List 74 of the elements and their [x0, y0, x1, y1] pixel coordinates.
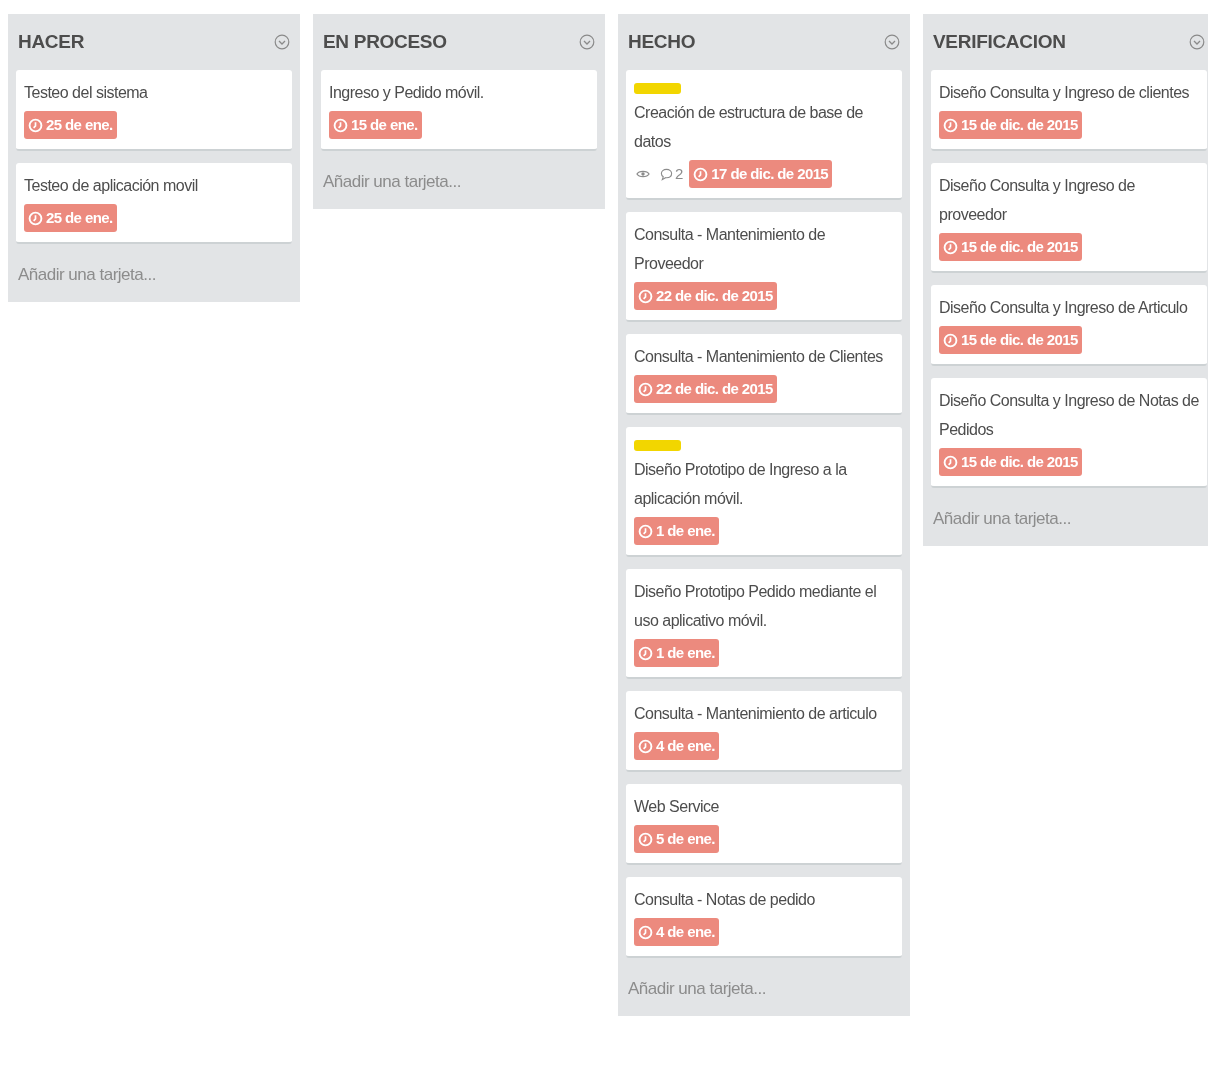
due-date-badge: 15 de dic. de 2015 — [939, 326, 1082, 354]
due-date-badge: 1 de ene. — [634, 639, 719, 667]
clock-icon — [943, 117, 958, 133]
clock-icon — [943, 239, 958, 255]
card-title: Creación de estructura de base de datos — [634, 103, 864, 152]
task-card[interactable]: Web Service 5 de ene. — [626, 784, 902, 865]
list-title: HECHO — [628, 29, 696, 54]
task-card[interactable]: Diseño Consulta y Ingreso de Notas de Pedidos 15 de dic. de 2015 — [931, 378, 1207, 488]
card-title: Consulta - Mantenimiento de Proveedor — [634, 225, 827, 274]
chevron-down-icon — [274, 34, 290, 50]
due-date-badge: 4 de ene. — [634, 918, 719, 946]
task-card[interactable]: Consulta - Mantenimiento de articulo 4 de ene. — [626, 691, 902, 772]
clock-icon — [638, 738, 653, 754]
due-date-badge: 22 de dic. de 2015 — [634, 282, 777, 310]
due-date-badge: 1 de ene. — [634, 517, 719, 545]
clock-icon — [638, 645, 653, 661]
clock-icon — [333, 117, 348, 133]
list-menu-button[interactable] — [579, 34, 595, 50]
due-date-badge: 25 de ene. — [24, 204, 117, 232]
task-card[interactable]: Diseño Prototipo de Ingreso a la aplicación móvil. 1 de ene. — [626, 427, 902, 557]
comment-count: 2 — [675, 163, 684, 184]
task-card[interactable]: Creación de estructura de base de datos 2 17 de dic. de 2015 — [626, 70, 902, 200]
chevron-down-icon — [579, 34, 595, 50]
task-card[interactable]: Consulta - Mantenimiento de Clientes 22 de dic. de 2015 — [626, 334, 902, 415]
card-title: Testeo de aplicación movil — [24, 176, 199, 196]
card-title: Diseño Consulta y Ingreso de Articulo — [939, 298, 1189, 318]
clock-icon — [28, 117, 43, 133]
list-title: HACER — [18, 29, 85, 54]
task-card[interactable]: Consulta - Notas de pedido 4 de ene. — [626, 877, 902, 958]
due-date-badge: 17 de dic. de 2015 — [689, 160, 833, 188]
list-menu-button[interactable] — [1189, 34, 1205, 50]
comment-icon — [660, 167, 673, 181]
clock-icon — [638, 924, 653, 940]
task-card[interactable]: Diseño Prototipo Pedido mediante el uso aplicativo móvil. 1 de ene. — [626, 569, 902, 679]
task-card[interactable]: Consulta - Mantenimiento de Proveedor 22 de dic. de 2015 — [626, 212, 902, 322]
due-date-badge: 25 de ene. — [24, 111, 117, 139]
task-card[interactable]: Testeo del sistema 25 de ene. — [16, 70, 292, 151]
clock-icon — [693, 166, 709, 182]
list-title: EN PROCESO — [323, 29, 447, 54]
card-title: Diseño Consulta y Ingreso de clientes — [939, 83, 1191, 103]
card-title: Web Service — [634, 797, 720, 817]
task-card[interactable]: Diseño Consulta y Ingreso de proveedor 15 de dic. de 2015 — [931, 163, 1207, 273]
due-date-badge: 22 de dic. de 2015 — [634, 375, 777, 403]
clock-icon — [638, 288, 653, 304]
list-menu-button[interactable] — [274, 34, 290, 50]
card-title: Diseño Consulta y Ingreso de proveedor — [939, 176, 1136, 225]
clock-icon — [28, 210, 43, 226]
clock-icon — [638, 381, 653, 397]
card-title: Consulta - Mantenimiento de Clientes — [634, 347, 884, 367]
task-card[interactable]: Ingreso y Pedido móvil. 15 de ene. — [321, 70, 597, 151]
clock-icon — [638, 831, 653, 847]
due-date-badge: 4 de ene. — [634, 732, 719, 760]
due-date-badge: 15 de dic. de 2015 — [939, 111, 1082, 139]
card-title: Testeo del sistema — [24, 83, 149, 103]
list-title: VERIFICACION — [933, 29, 1066, 54]
card-title: Consulta - Mantenimiento de articulo — [634, 704, 878, 724]
task-card[interactable]: Testeo de aplicación movil 25 de ene. — [16, 163, 292, 244]
task-card[interactable]: Diseño Consulta y Ingreso de clientes 15 de dic. de 2015 — [931, 70, 1207, 151]
chevron-down-icon — [1189, 34, 1205, 50]
due-date-badge: 15 de ene. — [329, 111, 422, 139]
due-date-badge: 5 de ene. — [634, 825, 719, 853]
chevron-down-icon — [884, 34, 900, 50]
card-title: Ingreso y Pedido móvil. — [329, 83, 485, 103]
clock-icon — [638, 523, 653, 539]
card-title: Diseño Prototipo de Ingreso a la aplicación móvil. — [634, 460, 848, 509]
list-menu-button[interactable] — [884, 34, 900, 50]
clock-icon — [943, 332, 958, 348]
card-title: Consulta - Notas de pedido — [634, 890, 816, 910]
due-date-badge: 15 de dic. de 2015 — [939, 448, 1082, 476]
card-title: Diseño Consulta y Ingreso de Notas de Pedidos — [939, 391, 1199, 440]
task-card[interactable]: Diseño Consulta y Ingreso de Articulo 15 de dic. de 2015 — [931, 285, 1207, 366]
due-date-badge: 15 de dic. de 2015 — [939, 233, 1082, 261]
card-title: Diseño Prototipo Pedido mediante el uso aplicativo móvil. — [634, 582, 878, 631]
clock-icon — [943, 454, 958, 470]
